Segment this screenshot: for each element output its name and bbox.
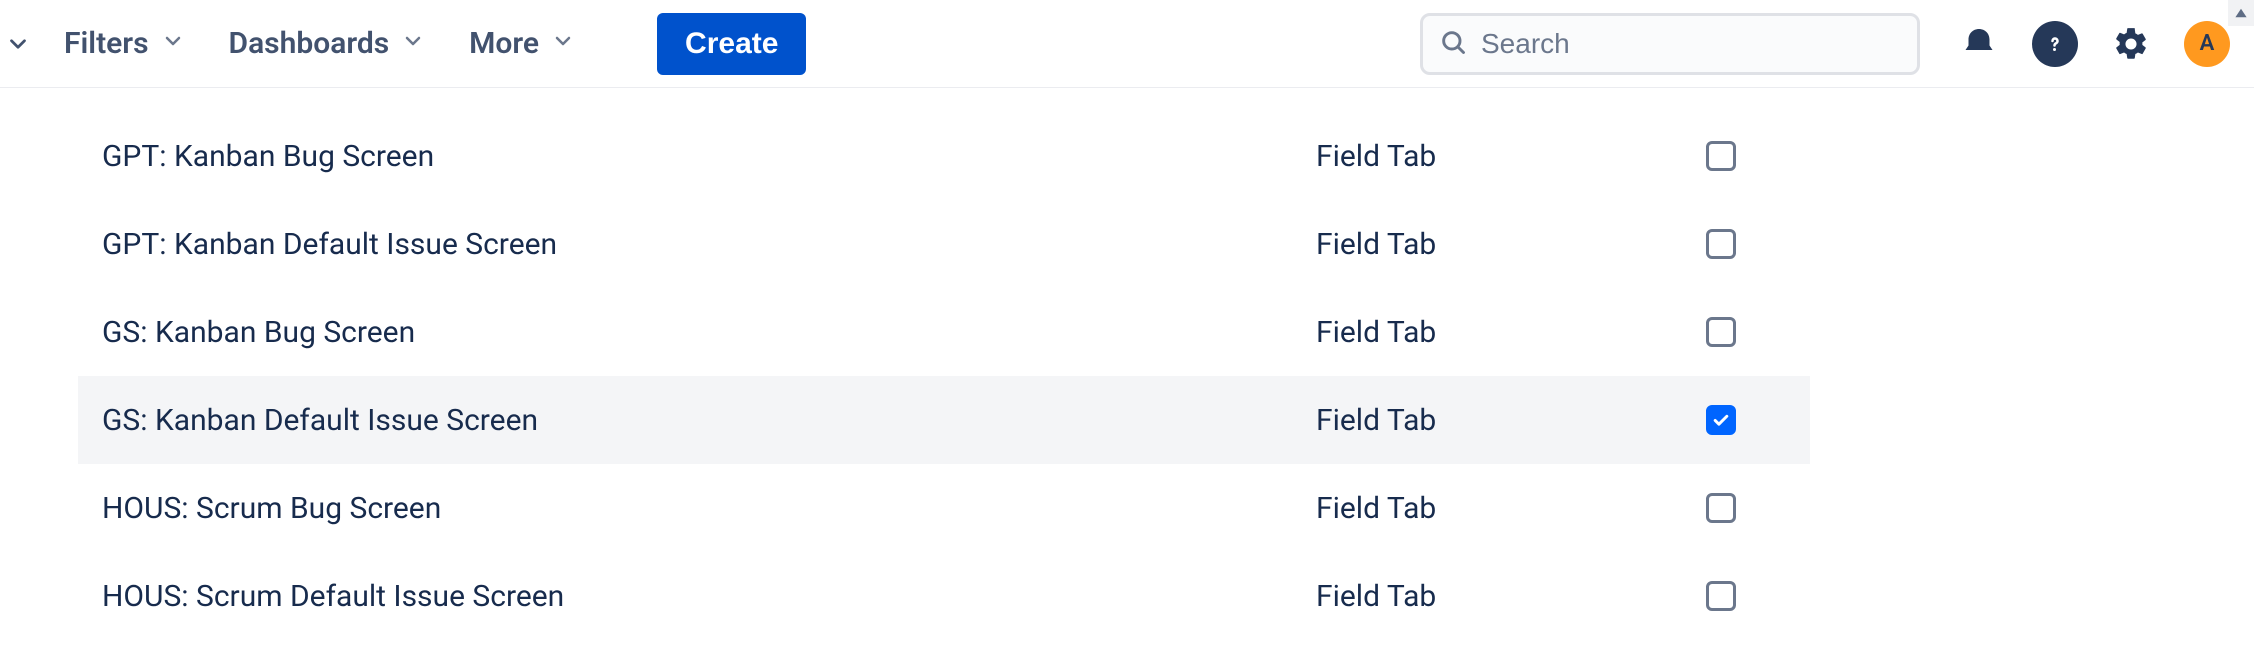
screen-list: GPT: Kanban Bug ScreenField TabGPT: Kanb…	[0, 88, 1810, 640]
nav-dashboards-label: Dashboards	[229, 26, 390, 61]
screen-checkbox-cell	[1656, 493, 1786, 523]
table-row[interactable]: GS: Kanban Bug ScreenField Tab	[78, 288, 1810, 376]
table-row[interactable]: HOUS: Scrum Bug ScreenField Tab	[78, 464, 1810, 552]
avatar-initial: A	[2200, 31, 2215, 56]
screen-tab: Field Tab	[1316, 403, 1656, 438]
table-row[interactable]: GPT: Kanban Bug ScreenField Tab	[78, 112, 1810, 200]
chevron-down-icon	[551, 26, 575, 61]
nav-filters-label: Filters	[64, 26, 149, 61]
screen-checkbox[interactable]	[1706, 581, 1736, 611]
screen-checkbox[interactable]	[1706, 493, 1736, 523]
screen-tab: Field Tab	[1316, 139, 1656, 174]
screen-checkbox-cell	[1656, 229, 1786, 259]
screen-name: GPT: Kanban Bug Screen	[102, 139, 1316, 174]
nav-more[interactable]: More	[469, 26, 575, 61]
screen-checkbox-cell	[1656, 317, 1786, 347]
screen-name: GPT: Kanban Default Issue Screen	[102, 227, 1316, 262]
chevron-down-icon	[401, 26, 425, 61]
avatar[interactable]: A	[2184, 21, 2230, 67]
nav-more-label: More	[469, 26, 539, 61]
screen-checkbox[interactable]	[1706, 405, 1736, 435]
screen-checkbox[interactable]	[1706, 141, 1736, 171]
nav-left: Filters Dashboards More Create	[64, 13, 806, 75]
screen-checkbox-cell	[1656, 581, 1786, 611]
screen-checkbox[interactable]	[1706, 317, 1736, 347]
nav-overflow-chevron[interactable]	[0, 31, 36, 57]
screen-checkbox-cell	[1656, 405, 1786, 435]
topbar-icons: A	[1956, 21, 2230, 67]
nav-dashboards[interactable]: Dashboards	[229, 26, 426, 61]
chevron-down-icon	[161, 26, 185, 61]
search-input[interactable]	[1481, 28, 1901, 60]
screen-tab: Field Tab	[1316, 315, 1656, 350]
nav-filters[interactable]: Filters	[64, 26, 185, 61]
help-icon[interactable]	[2032, 21, 2078, 67]
table-row[interactable]: HOUS: Scrum Default Issue ScreenField Ta…	[78, 552, 1810, 640]
create-button[interactable]: Create	[657, 13, 806, 75]
screen-name: GS: Kanban Default Issue Screen	[102, 403, 1316, 438]
notifications-icon[interactable]	[1956, 21, 2002, 67]
screen-checkbox[interactable]	[1706, 229, 1736, 259]
table-row[interactable]: GPT: Kanban Default Issue ScreenField Ta…	[78, 200, 1810, 288]
search-icon	[1439, 28, 1467, 60]
screen-tab: Field Tab	[1316, 579, 1656, 614]
screen-checkbox-cell	[1656, 141, 1786, 171]
topbar: Filters Dashboards More Create	[0, 0, 2254, 88]
settings-icon[interactable]	[2108, 21, 2154, 67]
screen-name: HOUS: Scrum Bug Screen	[102, 491, 1316, 526]
search-box[interactable]	[1420, 13, 1920, 75]
screen-tab: Field Tab	[1316, 491, 1656, 526]
screen-name: HOUS: Scrum Default Issue Screen	[102, 579, 1316, 614]
table-row[interactable]: GS: Kanban Default Issue ScreenField Tab	[78, 376, 1810, 464]
screen-name: GS: Kanban Bug Screen	[102, 315, 1316, 350]
screen-tab: Field Tab	[1316, 227, 1656, 262]
